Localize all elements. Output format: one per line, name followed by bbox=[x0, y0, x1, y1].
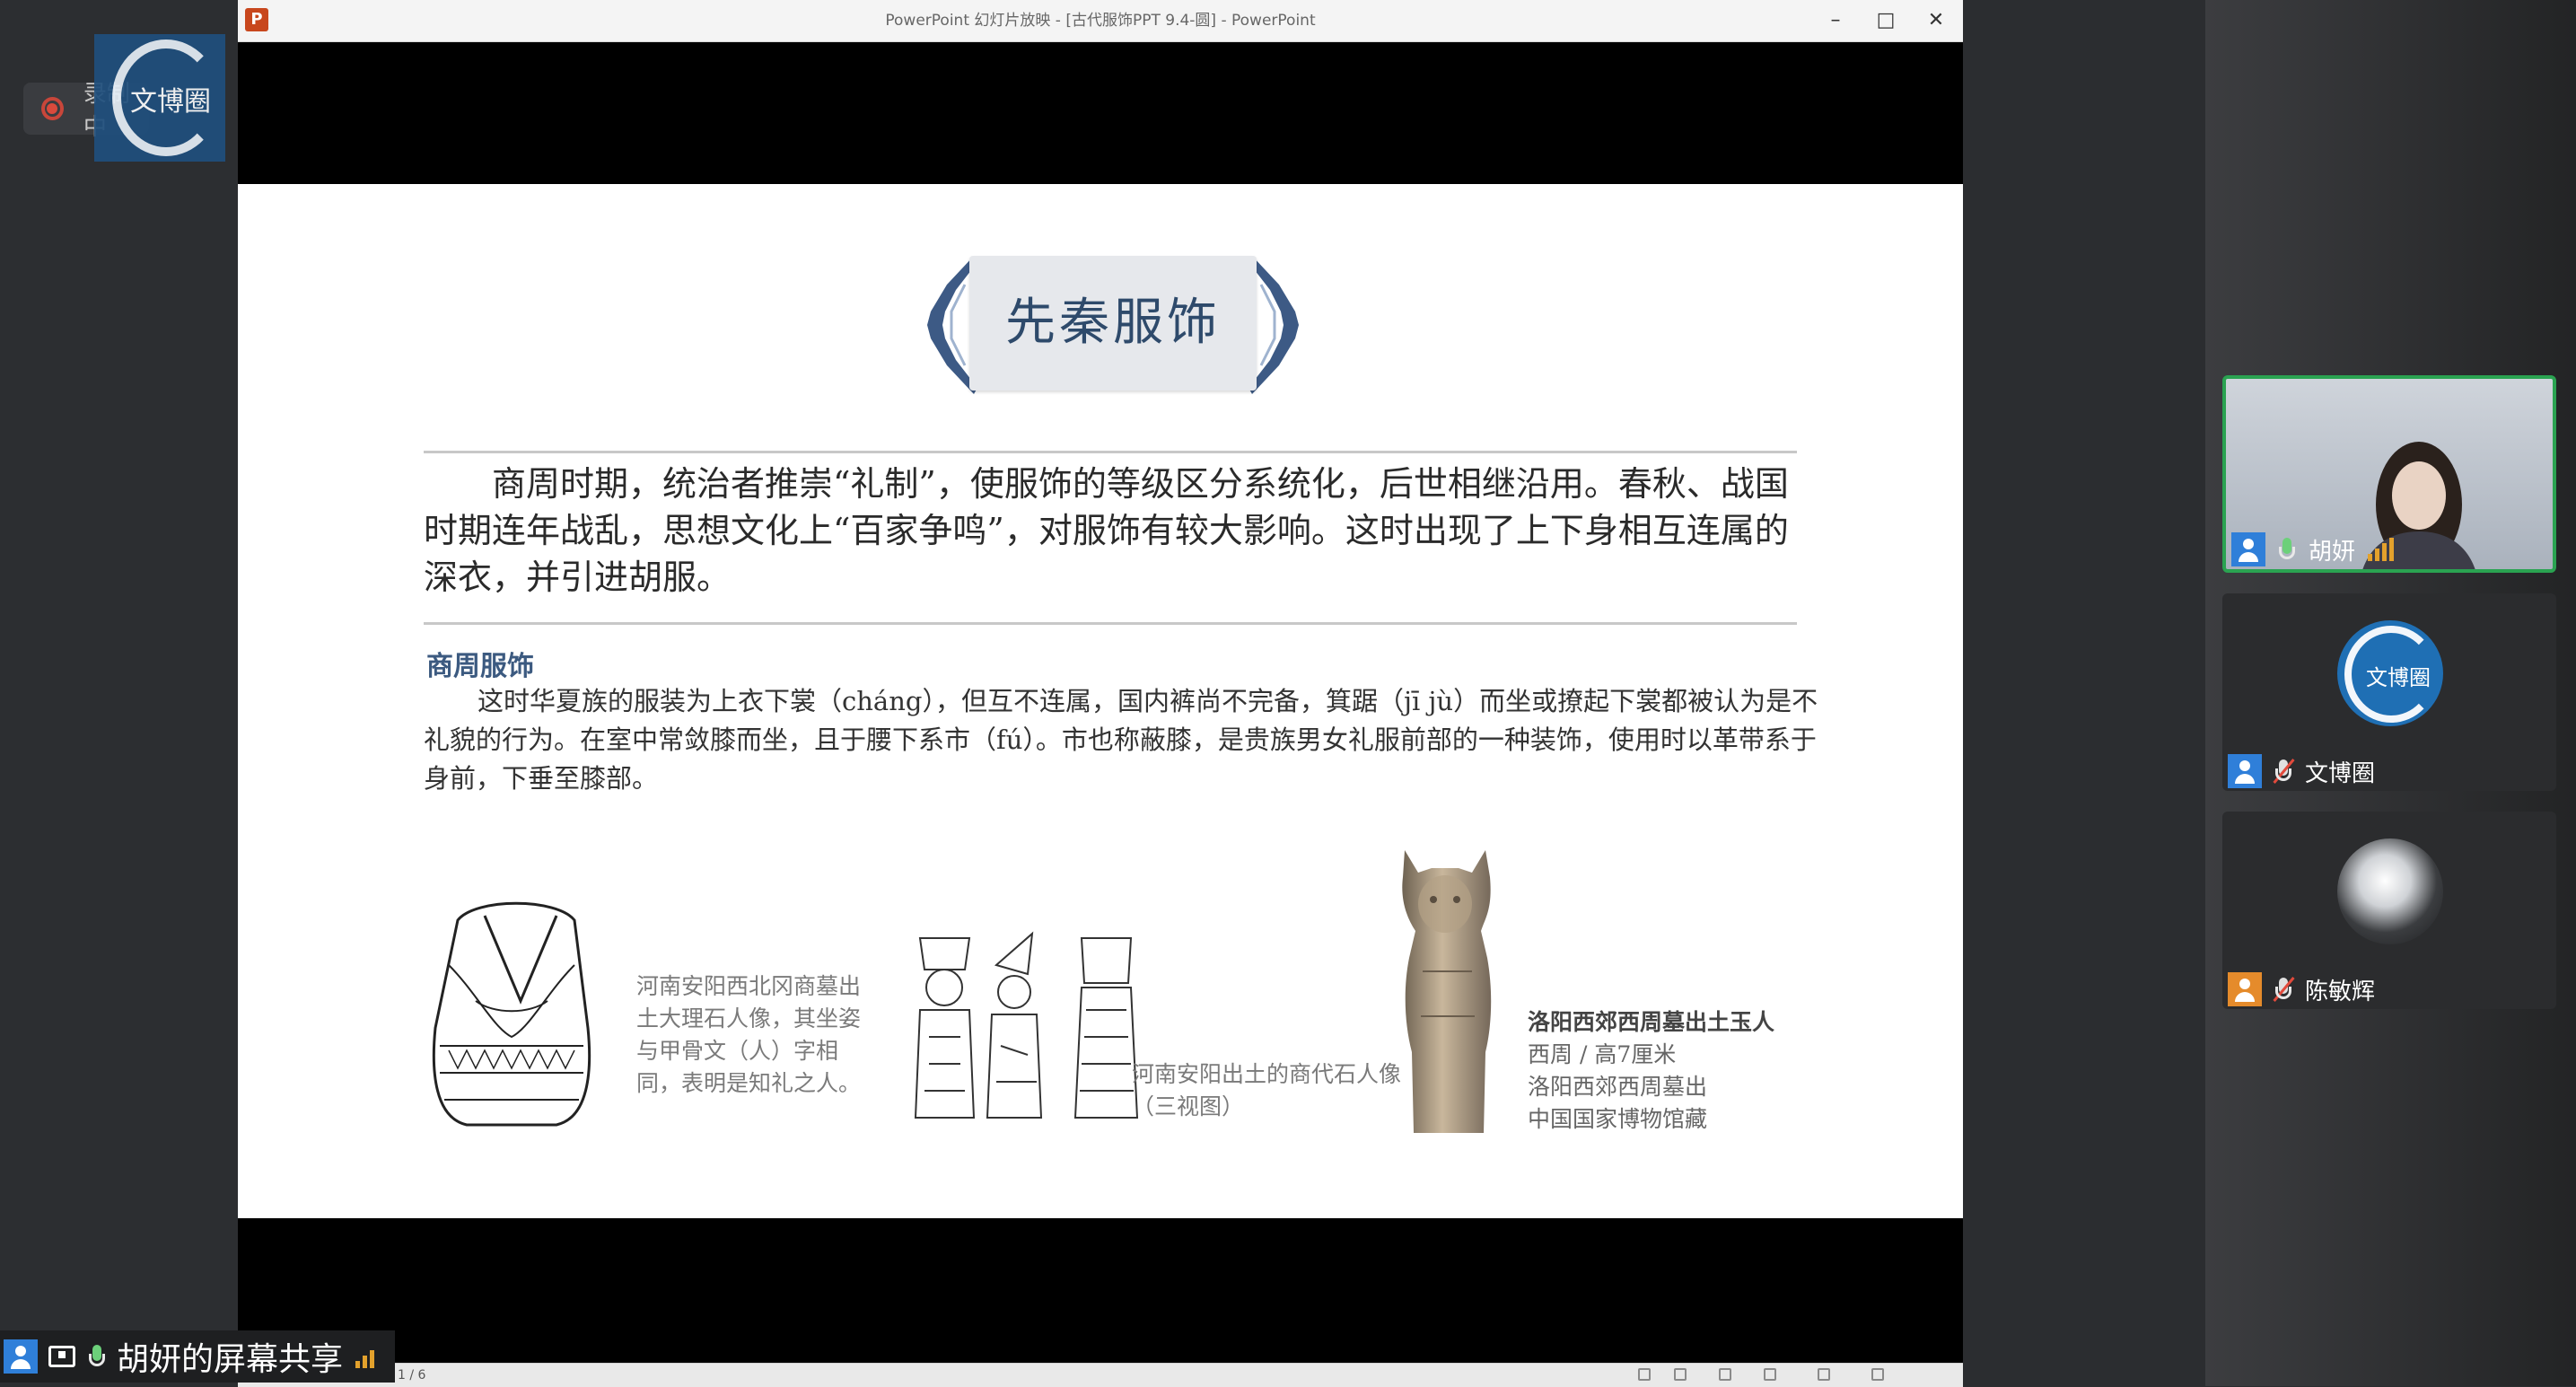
record-icon bbox=[41, 97, 64, 120]
figure2-caption: 河南安阳出土的商代石人像（三视图） bbox=[1132, 1061, 1402, 1119]
user-icon bbox=[4, 1339, 38, 1374]
audio-level-icon bbox=[2368, 538, 2395, 561]
slide-canvas: 先秦服饰 商周时期，统治者推崇“礼制”，使服饰的等级区分系统化，后世相继沿用。春… bbox=[238, 184, 1963, 1218]
window-titlebar[interactable]: P PowerPoint 幻灯片放映 - [古代服饰PPT 9.4-圆] - P… bbox=[238, 0, 1963, 42]
host-logo-text: 文博圈 bbox=[130, 86, 211, 118]
title-banner: 先秦服饰 bbox=[911, 249, 1315, 394]
reading-view-icon[interactable] bbox=[1764, 1368, 1776, 1381]
participant-avatar: 文博圈 bbox=[2337, 620, 2443, 726]
section-body: 这时华夏族的服装为上衣下裳（cháng），但互不连属，国内裤尚不完备，箕踞（jī… bbox=[424, 686, 1818, 794]
audio-level-icon bbox=[355, 1345, 375, 1368]
screen-share-icon bbox=[48, 1346, 75, 1367]
divider-bottom bbox=[424, 622, 1797, 625]
section-heading: 商周服饰 bbox=[426, 651, 534, 682]
normal-view-icon[interactable] bbox=[1674, 1368, 1687, 1381]
minimize-button[interactable]: – bbox=[1810, 0, 1861, 41]
jade-caption-line: 中国国家博物馆藏 bbox=[1528, 1106, 1708, 1132]
zoom-fit-icon[interactable] bbox=[1871, 1368, 1884, 1381]
notes-icon[interactable] bbox=[1638, 1368, 1651, 1381]
participant-name: 胡妍 bbox=[2309, 538, 2356, 566]
jade-caption-line: 洛阳西郊西周墓出 bbox=[1528, 1074, 1708, 1100]
participant-name: 文博圈 bbox=[2305, 759, 2376, 787]
tile-namebar: 陈敏辉 bbox=[2222, 970, 2556, 1009]
participant-tile-wenboquan[interactable]: 文博圈 文博圈 bbox=[2222, 593, 2556, 791]
participant-tile-chenminhui[interactable]: 陈敏辉 bbox=[2222, 812, 2556, 1009]
avatar-logo-text: 文博圈 bbox=[2366, 665, 2431, 690]
microphone-icon[interactable] bbox=[86, 1343, 108, 1370]
seated-figure-illustration bbox=[432, 901, 591, 1127]
three-view-figure-illustration bbox=[914, 931, 1139, 1119]
muted-microphone-icon[interactable] bbox=[2273, 758, 2295, 785]
user-icon bbox=[2228, 754, 2262, 788]
divider-top bbox=[424, 451, 1797, 453]
left-panel bbox=[0, 0, 238, 1386]
microphone-icon[interactable] bbox=[2276, 536, 2298, 563]
window-title: PowerPoint 幻灯片放映 - [古代服饰PPT 9.4-圆] - Pow… bbox=[885, 12, 1316, 30]
jade-caption: 洛阳西郊西周墓出土玉人 西周 / 高7厘米 洛阳西郊西周墓出 中国国家博物馆藏 bbox=[1528, 1006, 1824, 1136]
participant-avatar bbox=[2337, 838, 2443, 944]
close-button[interactable]: ✕ bbox=[1911, 0, 1961, 41]
user-icon bbox=[2231, 532, 2265, 566]
host-logo: 文博圈 bbox=[94, 34, 225, 162]
jade-figure-photo bbox=[1387, 846, 1503, 1137]
tile-namebar: 胡妍 bbox=[2226, 530, 2553, 569]
maximize-button[interactable]: □ bbox=[1861, 0, 1911, 41]
participant-tile-huyan[interactable]: 胡妍 bbox=[2222, 375, 2556, 573]
participant-name: 陈敏辉 bbox=[2305, 978, 2376, 1005]
slide-title: 先秦服饰 bbox=[1005, 294, 1221, 352]
jade-caption-title: 洛阳西郊西周墓出土玉人 bbox=[1528, 1009, 1775, 1035]
user-icon bbox=[2228, 972, 2262, 1006]
screen-share-indicator[interactable]: 胡妍的屏幕共享 bbox=[0, 1330, 395, 1383]
participant-panel: 胡妍 文博圈 文博圈 陈敏辉 bbox=[2205, 0, 2576, 1386]
title-box: 先秦服饰 bbox=[969, 256, 1257, 391]
tile-namebar: 文博圈 bbox=[2222, 751, 2556, 791]
intro-paragraph: 商周时期，统治者推崇“礼制”，使服饰的等级区分系统化，后世相继沿用。春秋、战国时… bbox=[424, 464, 1789, 597]
slide-counter: 1 / 6 bbox=[398, 1368, 426, 1383]
figure1-caption: 河南安阳西北冈商墓出土大理石人像，其坐姿与甲骨文（人）字相同，表明是知礼之人。 bbox=[636, 973, 862, 1096]
slideshow-icon[interactable] bbox=[1818, 1368, 1830, 1381]
status-bar: 1 / 6 bbox=[238, 1363, 1963, 1387]
slide-sorter-icon[interactable] bbox=[1719, 1368, 1731, 1381]
share-label: 胡妍的屏幕共享 bbox=[117, 1341, 344, 1378]
muted-microphone-icon[interactable] bbox=[2273, 976, 2295, 1003]
jade-caption-line: 西周 / 高7厘米 bbox=[1528, 1041, 1677, 1067]
